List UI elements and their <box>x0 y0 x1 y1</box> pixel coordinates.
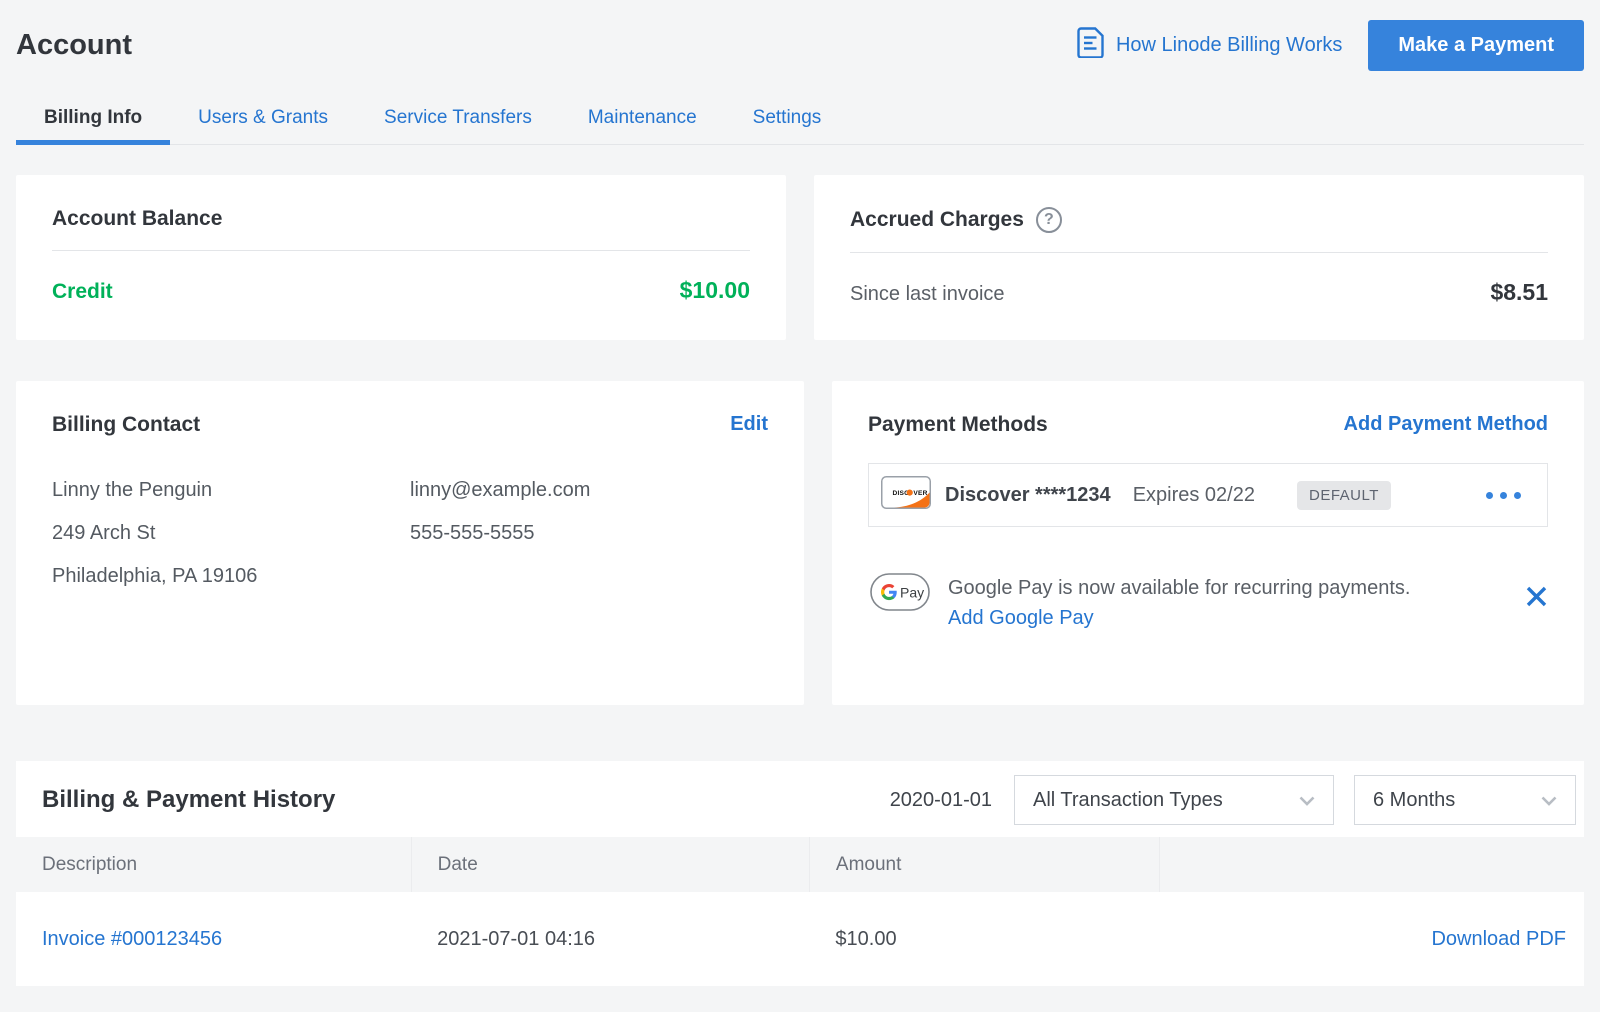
time-range-select[interactable]: 6 Months <box>1354 775 1576 825</box>
chevron-down-icon <box>1541 789 1557 812</box>
tab-maintenance[interactable]: Maintenance <box>560 101 725 144</box>
default-badge: DEFAULT <box>1297 481 1391 510</box>
payment-method-row: DISC VER Discover ****1234 Expires 02/22… <box>868 463 1548 527</box>
card-expiry: Expires 02/22 <box>1133 484 1255 507</box>
billing-contact-card: Billing Contact Edit Linny the Penguin 2… <box>16 381 804 705</box>
contact-address-line2: Philadelphia, PA 19106 <box>52 565 410 588</box>
contact-email: linny@example.com <box>410 479 768 502</box>
time-range-value: 6 Months <box>1373 789 1455 812</box>
accrued-charges-amount: $8.51 <box>1490 279 1548 306</box>
payment-methods-card: Payment Methods Add Payment Method DISC … <box>832 381 1584 705</box>
accrued-charges-title: Accrued Charges <box>850 208 1024 232</box>
transaction-type-value: All Transaction Types <box>1033 789 1223 812</box>
billing-history-title: Billing & Payment History <box>42 786 335 814</box>
contact-phone: 555-555-5555 <box>410 522 768 545</box>
accrued-charges-label: Since last invoice <box>850 283 1005 306</box>
tab-service-transfers[interactable]: Service Transfers <box>356 101 560 144</box>
invoice-link[interactable]: Invoice #000123456 <box>42 928 222 950</box>
contact-name: Linny the Penguin <box>52 479 410 502</box>
tab-users-grants[interactable]: Users & Grants <box>170 101 356 144</box>
transaction-type-select[interactable]: All Transaction Types <box>1014 775 1334 825</box>
card-actions-menu-icon[interactable] <box>1486 492 1521 499</box>
table-header-row: Description Date Amount <box>16 837 1584 892</box>
billing-document-icon <box>1077 27 1104 64</box>
account-balance-title: Account Balance <box>52 207 222 231</box>
make-a-payment-button[interactable]: Make a Payment <box>1368 20 1584 71</box>
column-actions <box>1159 837 1584 892</box>
table-row: Invoice #000123456 2021-07-01 04:16 $10.… <box>16 892 1584 986</box>
discover-card-icon: DISC VER <box>881 476 931 514</box>
download-pdf-link[interactable]: Download PDF <box>1431 928 1566 950</box>
how-billing-works-label: How Linode Billing Works <box>1116 34 1342 57</box>
accrued-charges-card: Accrued Charges ? Since last invoice $8.… <box>814 175 1584 340</box>
tab-settings[interactable]: Settings <box>725 101 850 144</box>
how-billing-works-link[interactable]: How Linode Billing Works <box>1077 27 1342 64</box>
add-google-pay-link[interactable]: Add Google Pay <box>948 603 1410 633</box>
divider <box>850 252 1548 253</box>
balance-amount: $10.00 <box>680 277 750 304</box>
payment-methods-title: Payment Methods <box>868 413 1048 437</box>
balance-status-label: Credit <box>52 280 113 304</box>
svg-text:DISC: DISC <box>893 490 910 497</box>
column-date: Date <box>411 837 809 892</box>
page-title: Account <box>16 29 132 62</box>
edit-billing-contact-link[interactable]: Edit <box>730 413 768 436</box>
card-label: Discover ****1234 <box>945 484 1111 507</box>
google-pay-message: Google Pay is now available for recurrin… <box>948 573 1410 603</box>
contact-address-line1: 249 Arch St <box>52 522 410 545</box>
billing-contact-title: Billing Contact <box>52 413 200 437</box>
svg-text:VER: VER <box>913 490 927 497</box>
column-description: Description <box>16 837 411 892</box>
svg-text:Pay: Pay <box>900 585 924 601</box>
help-icon[interactable]: ? <box>1036 207 1062 233</box>
close-icon[interactable] <box>1525 585 1548 613</box>
history-start-date: 2020-01-01 <box>890 789 992 812</box>
invoice-amount: $10.00 <box>809 892 1159 986</box>
billing-history-table: Description Date Amount Invoice #0001234… <box>16 837 1584 986</box>
divider <box>52 250 750 251</box>
google-pay-icon: Pay <box>870 573 930 616</box>
add-payment-method-link[interactable]: Add Payment Method <box>1344 413 1548 436</box>
chevron-down-icon <box>1299 789 1315 812</box>
billing-history-section: Billing & Payment History 2020-01-01 All… <box>16 761 1584 986</box>
tab-billing-info[interactable]: Billing Info <box>16 101 170 144</box>
column-amount: Amount <box>809 837 1159 892</box>
top-bar: Account How Linode Billing Works Make a … <box>0 0 1600 71</box>
account-tabs: Billing Info Users & Grants Service Tran… <box>16 101 1584 145</box>
account-balance-card: Account Balance Credit $10.00 <box>16 175 786 340</box>
google-pay-banner: Pay Google Pay is now available for recu… <box>868 573 1548 633</box>
invoice-date: 2021-07-01 04:16 <box>411 892 809 986</box>
